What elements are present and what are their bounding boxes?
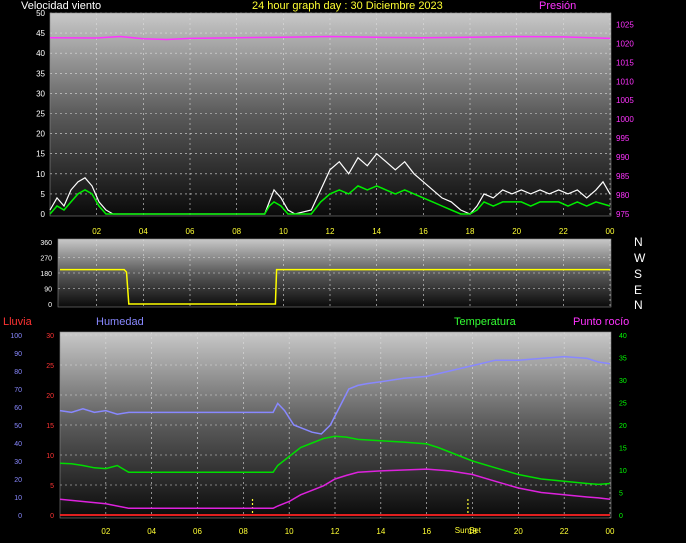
wind-y-tick: 40: [36, 49, 45, 58]
temp-x-tick: 20: [514, 527, 523, 536]
wind-x-tick: 00: [606, 227, 615, 236]
temp-x-tick: 06: [193, 527, 202, 536]
temperature-y-tick: 0: [619, 513, 623, 520]
humidity-y-tick: 80: [14, 369, 22, 376]
wind-x-tick: 08: [232, 227, 241, 236]
wind-y-tick: 45: [36, 29, 45, 38]
temperature-y-tick: 25: [619, 401, 627, 408]
wind-y-tick: 5: [41, 190, 46, 199]
temp-humidity-plot: 0102030405060708090100051015202530051015…: [10, 331, 627, 536]
temp-x-tick: 02: [101, 527, 110, 536]
wind-x-tick: 02: [92, 227, 101, 236]
temp-x-tick: 00: [606, 527, 615, 536]
rain-y-tick: 10: [46, 453, 54, 460]
wind-y-tick: 30: [36, 89, 45, 98]
humidity-y-tick: 100: [10, 333, 22, 340]
temperature-y-tick: 40: [619, 333, 627, 340]
pressure-y-tick: 975: [616, 210, 630, 219]
wind-x-tick: 22: [559, 227, 568, 236]
direction-y-tick: 0: [48, 302, 52, 309]
direction-y-tick: 180: [40, 271, 52, 278]
temperature-y-tick: 10: [619, 468, 627, 475]
pressure-y-tick: 995: [616, 134, 630, 143]
wind-y-tick: 50: [36, 9, 45, 18]
temp-x-tick: 08: [239, 527, 248, 536]
temperature-y-tick: 35: [619, 356, 627, 363]
humidity-y-tick: 30: [14, 459, 22, 466]
wind-y-tick: 10: [36, 170, 45, 179]
rain-y-tick: 20: [46, 393, 54, 400]
pressure-y-tick: 1025: [616, 20, 634, 29]
wind-y-tick: 0: [41, 210, 46, 219]
rain-y-tick: 0: [50, 513, 54, 520]
rain-y-tick: 15: [46, 423, 54, 430]
direction-y-tick: 270: [40, 256, 52, 263]
pressure-y-tick: 990: [616, 153, 630, 162]
pressure-y-tick: 1015: [616, 58, 634, 67]
humidity-y-tick: 70: [14, 387, 22, 394]
wind-x-tick: 12: [326, 227, 335, 236]
temperature-y-tick: 15: [619, 446, 627, 453]
direction-y-tick: 90: [44, 287, 52, 294]
temp-x-tick: 14: [376, 527, 385, 536]
wind-x-tick: 06: [186, 227, 195, 236]
wind-y-tick: 35: [36, 69, 45, 78]
humidity-y-tick: 10: [14, 495, 22, 502]
humidity-y-tick: 50: [14, 423, 22, 430]
wind-x-tick: 16: [419, 227, 428, 236]
temp-x-tick: 10: [285, 527, 294, 536]
wind-x-tick: 04: [139, 227, 148, 236]
wind-y-tick: 20: [36, 130, 45, 139]
temperature-y-tick: 20: [619, 423, 627, 430]
humidity-y-tick: 20: [14, 477, 22, 484]
pressure-y-tick: 1000: [616, 115, 634, 124]
temp-x-tick: 22: [560, 527, 569, 536]
humidity-y-tick: 90: [14, 351, 22, 358]
temperature-y-tick: 5: [619, 491, 623, 498]
temperature-y-tick: 30: [619, 378, 627, 385]
wind-panel-background: [50, 13, 611, 216]
rain-y-tick: 5: [50, 483, 54, 490]
wind-x-tick: 18: [466, 227, 475, 236]
wind-x-tick: 14: [372, 227, 381, 236]
wind-direction-plot: 0 90 180 270 360: [40, 238, 612, 309]
pressure-y-tick: 1010: [616, 77, 634, 86]
sunset-label: SunSet: [455, 526, 482, 535]
wind-pressure-plot: 0510152025303540455097598098599099510001…: [36, 9, 634, 236]
pressure-y-tick: 985: [616, 172, 630, 181]
humidity-y-tick: 0: [18, 513, 22, 520]
humidity-y-tick: 60: [14, 405, 22, 412]
temp-x-tick: 16: [422, 527, 431, 536]
direction-y-tick: 360: [40, 240, 52, 247]
pressure-y-tick: 980: [616, 191, 630, 200]
rain-y-tick: 30: [46, 333, 54, 340]
humidity-y-tick: 40: [14, 441, 22, 448]
wind-x-tick: 10: [279, 227, 288, 236]
wind-y-tick: 25: [36, 110, 45, 119]
rain-y-tick: 25: [46, 363, 54, 370]
temp-x-tick: 04: [147, 527, 156, 536]
pressure-y-tick: 1020: [616, 39, 634, 48]
temp-x-tick: 12: [331, 527, 340, 536]
wind-y-tick: 15: [36, 150, 45, 159]
pressure-y-tick: 1005: [616, 96, 634, 105]
weather-charts: 0510152025303540455097598098599099510001…: [10, 9, 634, 536]
wind-x-tick: 20: [512, 227, 521, 236]
